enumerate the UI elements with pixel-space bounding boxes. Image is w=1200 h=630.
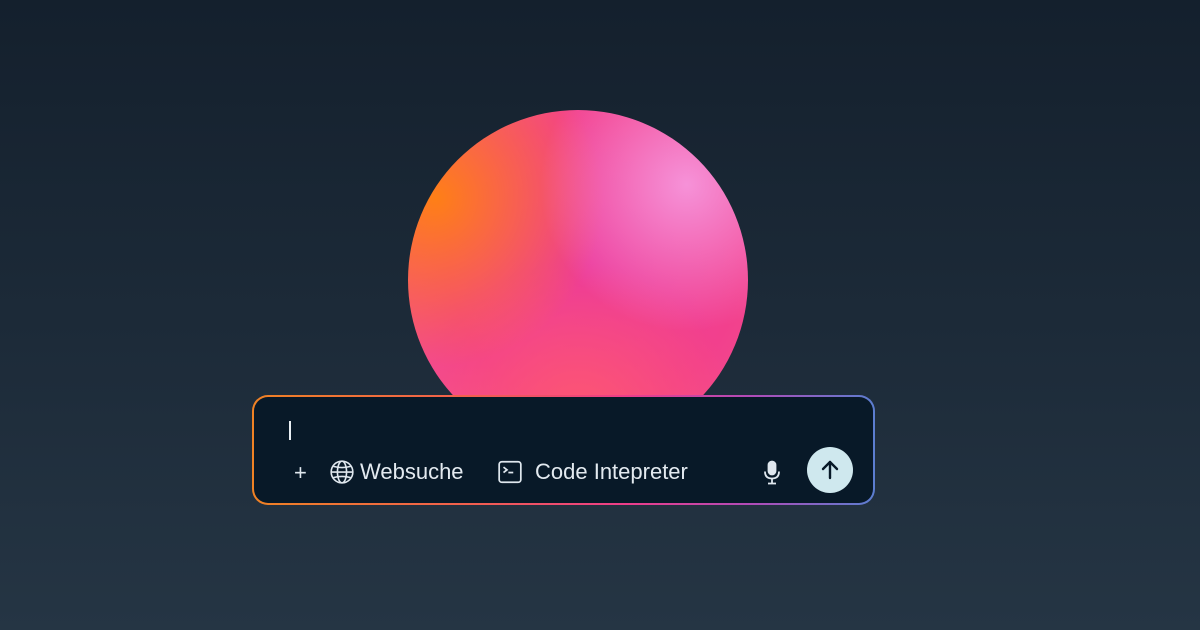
microphone-icon (764, 460, 780, 485)
code-interpreter-button[interactable]: Code Intepreter (497, 457, 688, 487)
web-search-button[interactable]: Websuche (329, 457, 464, 487)
text-input-caret[interactable] (289, 421, 291, 440)
arrow-up-icon (821, 460, 839, 480)
web-search-label: Websuche (360, 459, 464, 484)
add-attachment-button[interactable]: + (294, 460, 307, 486)
voice-input-button[interactable] (762, 460, 782, 486)
globe-icon (330, 460, 354, 484)
send-button[interactable] (807, 447, 853, 493)
composer-border: + Websuche Code Intepreter (252, 395, 875, 505)
terminal-icon (498, 460, 522, 484)
code-interpreter-label: Code Intepreter (535, 459, 688, 484)
chat-composer: + Websuche Code Intepreter (254, 397, 873, 503)
